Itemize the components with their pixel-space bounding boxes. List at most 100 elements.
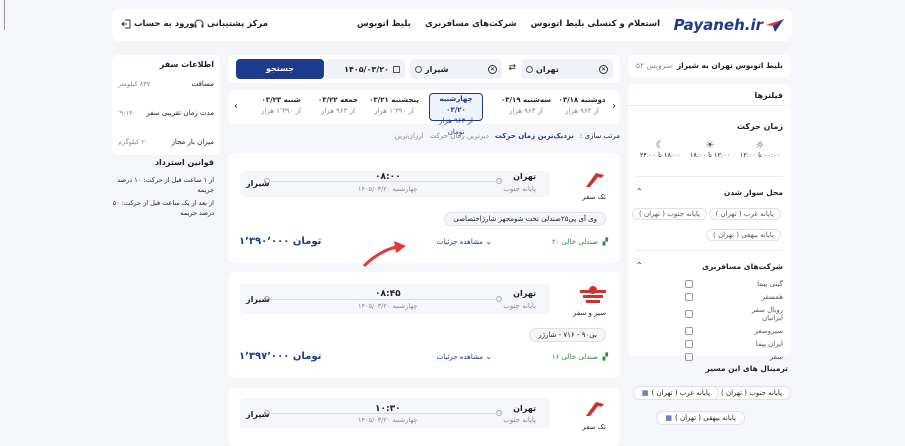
header: Payaneh.ir بلیط اتوبوس شرکت‌های مسافربری…	[112, 9, 792, 41]
search-bar: تهران ✕ ⇄ شیراز ✕ ۱۴۰۵/۰۳/۲۰ جستجو	[228, 55, 620, 83]
clear-origin-icon[interactable]: ✕	[599, 64, 608, 74]
route-title: بلیط اتوبوس تهران به شیراز	[676, 61, 783, 70]
sort-label: مرتب سازی :	[579, 132, 620, 140]
sort-bar: مرتب سازی : نزدیک‌ترین زمان حرکت دیرترین…	[395, 132, 620, 140]
seat-icon: ▞	[602, 353, 608, 361]
boarding-chip[interactable]: پایانه بیهقی ( تهران )	[705, 229, 781, 241]
chevron-down-icon[interactable]: ⌄	[485, 237, 492, 246]
details-link[interactable]: مشاهده جزئیات	[437, 353, 483, 361]
location-icon	[526, 65, 533, 73]
logo[interactable]: Payaneh.ir	[674, 16, 784, 34]
prev-date-arrow-icon[interactable]: ›	[612, 101, 616, 112]
date-item[interactable]: شنبه ۰۳/۲۳ از ۱٬۳۹۰ هزار	[252, 95, 310, 117]
moon-icon: ☾	[655, 140, 665, 151]
red-arrow-annotation	[362, 241, 406, 268]
trip-origin: تهران	[513, 289, 536, 298]
terminal-chip[interactable]: ▦ پایانه بیهقی ( تهران )	[656, 411, 745, 425]
company-name: سیر و سفر	[573, 309, 606, 317]
nav-inquiry[interactable]: استعلام و کنسلی بلیط اتوبوس	[531, 19, 660, 29]
next-date-arrow-icon[interactable]: ‹	[234, 101, 238, 112]
date-value: ۱۴۰۵/۰۳/۲۰	[344, 64, 389, 74]
sort-option-latest[interactable]: دیرترین زمان حرکت	[430, 132, 489, 140]
chevron-up-icon[interactable]: ⌃	[636, 187, 643, 196]
seat-icon: ▞	[602, 238, 608, 246]
calendar-icon	[393, 65, 400, 73]
date-item[interactable]: جمعه ۰۳/۲۲ از ۹۶۳ هزار	[312, 95, 364, 117]
destination-value: شیراز	[425, 64, 449, 74]
plane-logo-icon	[766, 19, 784, 32]
refund-rule: از بعد از یک ساعت قبل از حرکت: ۵۰ درصد ج…	[112, 199, 214, 217]
trip-card[interactable]: سیر و سفر تهران پایانه جنوب ۰۸:۴۵ چهارشن…	[228, 272, 620, 378]
sun-icon: ☀	[705, 140, 715, 151]
date-item[interactable]: سه‌شنبه ۰۳/۱۹ از ۹۶۳ هزار	[500, 95, 552, 117]
trip-card[interactable]: تک سفر تهران پایانه جنوب ۱۰:۳۰ چهارشنبه …	[228, 388, 620, 446]
chevron-up-icon[interactable]: ⌃	[636, 261, 643, 270]
bus-type-badge: وی آی پی۲۵صندلی تخت شومجهز شارژاختصاصی	[444, 212, 606, 226]
refund-title: قوانین استرداد	[154, 158, 214, 167]
time-option[interactable]: ☀ ۱۲:۰۰ تا ۱۸:۰۰	[687, 140, 733, 159]
swap-icon[interactable]: ⇄	[508, 63, 516, 73]
company-logo	[584, 400, 606, 418]
trip-time: ۱۰:۳۰	[375, 404, 401, 414]
companies-filter-title: شرکت‌های مسافربری	[702, 262, 783, 271]
origin-field[interactable]: تهران ✕	[521, 59, 613, 79]
trip-destination: شیراز	[246, 295, 270, 304]
trip-origin-terminal: پایانه جنوب	[503, 302, 536, 310]
chevron-down-icon[interactable]: ⌄	[485, 352, 492, 361]
service-count: ۵۲ سرویس	[636, 61, 673, 70]
company-checkbox[interactable]: گیتی پیما	[685, 280, 783, 288]
trip-destination: شیراز	[246, 179, 270, 188]
origin-value: تهران	[536, 64, 559, 74]
time-option[interactable]: ☾ ۱۸:۰۰ تا ۲۴:۰۰	[637, 140, 683, 159]
company-logo	[584, 171, 606, 189]
edge-divider	[4, 0, 5, 30]
date-strip: ‹ › دوشنبه ۰۳/۱۸ از ۹۶۴ هزار سه‌شنبه ۰۳/۱…	[228, 90, 620, 136]
terminal-chip[interactable]: ▦ پایانه غرب ( تهران )	[632, 386, 719, 400]
location-icon	[415, 65, 422, 73]
clear-destination-icon[interactable]: ✕	[488, 64, 497, 74]
date-item[interactable]: دوشنبه ۰۳/۱۸ از ۹۶۴ هزار	[556, 95, 608, 117]
company-name: تک سفر	[582, 423, 606, 431]
login-icon	[121, 19, 131, 29]
sort-option-earliest[interactable]: نزدیک‌ترین زمان حرکت	[495, 132, 574, 140]
luggage-value: ۲۰ کیلوگرم	[118, 138, 149, 146]
trip-origin: تهران	[513, 404, 536, 413]
bus-type-badge: بی۹۰ - ۷۱۶ - شارژر	[529, 328, 606, 342]
company-checkbox[interactable]: سفر	[685, 353, 783, 361]
nav-companies[interactable]: شرکت‌های مسافربری	[425, 19, 517, 29]
luggage-label: میزان بار مجاز	[171, 138, 214, 146]
trip-destination: شیراز	[246, 410, 270, 419]
company-name: تک سفر	[582, 193, 606, 201]
trip-date: چهارشنبه ۱۴۰۵/۰۳/۲۰	[358, 416, 418, 424]
trip-time: ۰۸:۰۰	[375, 172, 401, 182]
company-filter-list: گیتی پیما همسفر رویال سفر ایرانیان سیروس…	[685, 280, 783, 361]
search-button[interactable]: جستجو	[236, 59, 324, 79]
company-logo	[580, 286, 606, 304]
trip-time: ۰۸:۴۵	[375, 289, 401, 299]
company-checkbox[interactable]: رویال سفر ایرانیان	[685, 306, 783, 322]
trip-date: چهارشنبه ۱۴۰۵/۰۳/۲۰	[358, 302, 418, 310]
boarding-chip[interactable]: پایانه جنوب ( تهران )	[632, 208, 707, 220]
company-checkbox[interactable]: همسفر	[685, 293, 783, 301]
duration-label: مدت زمان تقریبی سفر	[146, 109, 214, 117]
company-checkbox[interactable]: سیروسفر	[685, 327, 783, 335]
date-item-selected[interactable]: چهارشنبه ۰۳/۲۰ از ۹۶۳ هزار تومان	[429, 93, 483, 136]
terminals-title: ترمینال های این مسیر	[705, 364, 788, 373]
destination-field[interactable]: شیراز ✕	[410, 59, 502, 79]
boarding-filter-title: محل سوار شدن	[723, 188, 783, 197]
login-button[interactable]: ورود به حساب	[121, 19, 195, 29]
company-checkbox[interactable]: ایران پیما	[685, 340, 783, 348]
trip-card[interactable]: تک سفر تهران پایانه جنوب ۰۸:۰۰ چهارشنبه …	[228, 153, 620, 263]
nav-bus-ticket[interactable]: بلیط اتوبوس	[357, 19, 411, 29]
date-item[interactable]: پنجشنبه ۰۳/۲۱ از ۱٬۳۹۰ هزار	[368, 95, 420, 117]
support-link[interactable]: مرکز پشتیبانی	[194, 19, 268, 29]
free-seats: ۱۶ صندلی خالی	[551, 353, 598, 361]
trip-price: ۱٬۳۹۰٬۰۰۰ تومان	[239, 236, 322, 247]
date-field[interactable]: ۱۴۰۵/۰۳/۲۰	[325, 59, 405, 79]
details-link[interactable]: مشاهده جزئیات	[437, 238, 483, 246]
headset-icon	[194, 19, 204, 28]
time-option[interactable]: ☼ ۰۰:۰۰ تا ۱۲:۰۰	[737, 140, 783, 159]
boarding-chip[interactable]: پایانه غرب ( تهران )	[708, 208, 781, 220]
refund-rule: از ۱ ساعت قبل از حرکت: ۱۰ درصد جریمه	[117, 176, 214, 194]
sort-option-cheapest[interactable]: ارزان‌ترین	[395, 132, 424, 140]
